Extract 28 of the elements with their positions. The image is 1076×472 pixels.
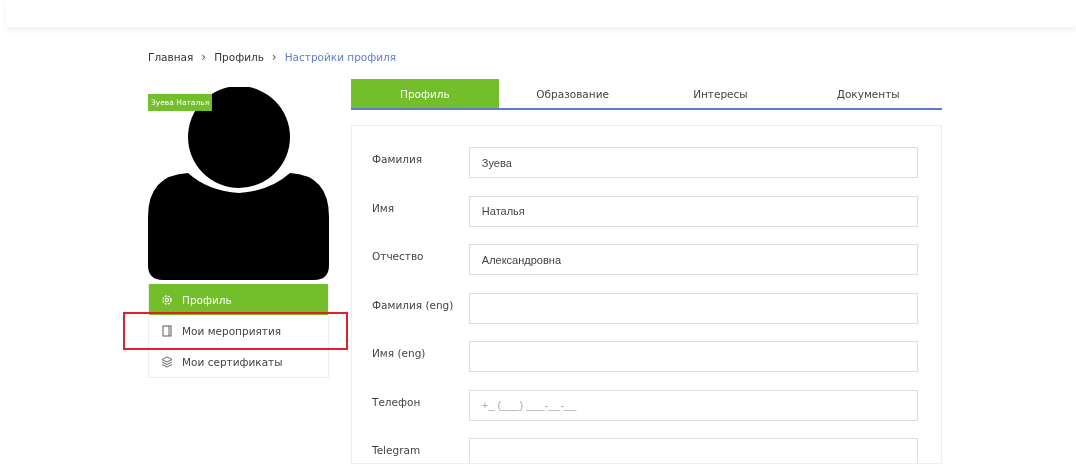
field-label: Telegram (372, 443, 422, 456)
book-icon (161, 324, 173, 337)
input-field[interactable] (468, 438, 918, 463)
field-label: Отчество (372, 249, 425, 262)
field-label: Фамилия (372, 152, 424, 165)
gear-icon (161, 293, 173, 306)
tab[interactable]: Интересы (646, 79, 795, 108)
field-label: Телефон (372, 394, 422, 408)
field-label: Имя (eng) (372, 346, 427, 359)
input-field[interactable] (468, 341, 918, 372)
input-field[interactable]: Александровна (468, 244, 918, 275)
avatar-icon (148, 87, 329, 280)
input-field[interactable]: +_ (___) ___-__-__ (468, 389, 918, 421)
input-field[interactable]: Зуева (468, 147, 918, 178)
layers-icon (161, 355, 173, 368)
breadcrumb-separator: › (201, 50, 207, 64)
tab[interactable]: Образование (498, 79, 647, 108)
breadcrumb-link[interactable]: Главная (148, 51, 194, 63)
breadcrumb-separator: › (271, 50, 277, 64)
menu-item[interactable]: Мои мероприятия (149, 315, 328, 346)
field-label: Имя (372, 200, 396, 214)
tab[interactable]: Документы (794, 79, 942, 108)
menu-item[interactable]: Мои сертификаты (149, 346, 328, 377)
input-field[interactable] (468, 292, 918, 324)
breadcrumb-link[interactable]: Профиль (214, 51, 264, 63)
field-label: Фамилия (eng) (372, 297, 455, 311)
input-field[interactable]: Наталья (468, 195, 918, 227)
breadcrumb-link[interactable]: Настройки профиля (284, 51, 397, 63)
